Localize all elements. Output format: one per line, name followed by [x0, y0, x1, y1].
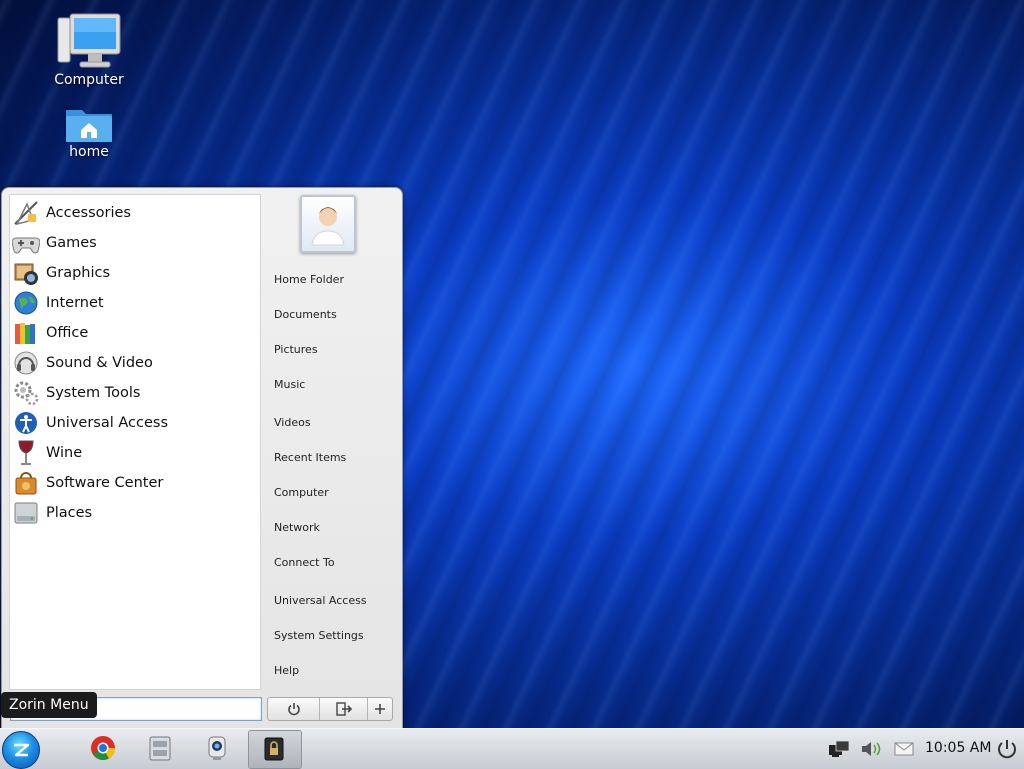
- power-icon: [287, 703, 300, 716]
- mail-icon: [894, 742, 914, 756]
- tray-volume[interactable]: [858, 738, 886, 760]
- place-videos[interactable]: Videos: [274, 416, 311, 429]
- taskbar-webcam[interactable]: [200, 731, 234, 765]
- power-icon: [998, 740, 1016, 759]
- category-universal-access[interactable]: Universal Access: [10, 408, 260, 438]
- tray-power[interactable]: [994, 738, 1020, 760]
- category-graphics[interactable]: Graphics: [10, 258, 260, 288]
- office-icon: [12, 319, 40, 347]
- place-help[interactable]: Help: [274, 664, 299, 677]
- place-home-folder[interactable]: Home Folder: [274, 273, 344, 286]
- headphones-icon: [12, 349, 40, 377]
- category-accessories[interactable]: Accessories: [10, 198, 260, 228]
- tray-mail[interactable]: [892, 738, 916, 760]
- desktop-icon-label: home: [69, 144, 109, 160]
- volume-icon: [862, 742, 881, 756]
- clock[interactable]: 10:05 AM: [925, 740, 991, 756]
- category-software-center[interactable]: Software Center: [10, 468, 260, 498]
- drive-icon: [12, 499, 40, 527]
- taskbar-active-window[interactable]: [248, 730, 302, 769]
- home-folder-icon: [66, 110, 112, 142]
- file-manager-icon: [149, 736, 171, 761]
- zorin-menu-button[interactable]: [2, 731, 40, 769]
- place-documents[interactable]: Documents: [274, 308, 337, 321]
- place-network[interactable]: Network: [274, 521, 320, 534]
- zorin-logo-icon: [14, 743, 30, 757]
- place-computer[interactable]: Computer: [274, 486, 329, 499]
- category-places[interactable]: Places: [10, 498, 260, 528]
- category-sound-video[interactable]: Sound & Video: [10, 348, 260, 378]
- desktop-icon-label: Computer: [54, 72, 124, 88]
- category-list: Accessories Games Graphics Internet Offi…: [9, 194, 261, 690]
- user-icon: [311, 207, 345, 246]
- desktop-icon-home[interactable]: home: [39, 102, 139, 160]
- add-button[interactable]: [368, 698, 392, 720]
- graphics-icon: [12, 259, 40, 287]
- computer-icon: [57, 13, 121, 68]
- shopping-bag-icon: [12, 469, 40, 497]
- place-connect-to[interactable]: Connect To: [274, 556, 335, 569]
- gears-icon: [12, 379, 40, 407]
- shutdown-button[interactable]: [268, 698, 321, 720]
- category-system-tools[interactable]: System Tools: [10, 378, 260, 408]
- place-recent-items[interactable]: Recent Items: [274, 451, 346, 464]
- category-office[interactable]: Office: [10, 318, 260, 348]
- accessories-icon: [12, 199, 40, 227]
- gamepad-icon: [12, 229, 40, 257]
- user-avatar[interactable]: [300, 195, 356, 253]
- logout-button[interactable]: [320, 698, 369, 720]
- place-universal-access[interactable]: Universal Access: [274, 594, 367, 607]
- chrome-icon: [91, 736, 116, 760]
- webcam-icon: [208, 736, 226, 760]
- tray-network[interactable]: [826, 738, 852, 760]
- logout-icon: [336, 702, 352, 716]
- zorin-menu-tooltip: Zorin Menu: [1, 692, 97, 718]
- network-icon: [829, 740, 850, 757]
- category-wine[interactable]: Wine: [10, 438, 260, 468]
- taskbar-file-manager[interactable]: [143, 731, 177, 765]
- wine-glass-icon: [12, 439, 40, 467]
- place-music[interactable]: Music: [274, 378, 305, 391]
- plus-icon: [375, 704, 386, 714]
- category-games[interactable]: Games: [10, 228, 260, 258]
- taskbar-chrome[interactable]: [86, 731, 120, 765]
- desktop-icon-computer[interactable]: Computer: [39, 12, 139, 88]
- lock-app-icon: [264, 737, 284, 761]
- category-internet[interactable]: Internet: [10, 288, 260, 318]
- globe-icon: [12, 289, 40, 317]
- accessibility-icon: [12, 409, 40, 437]
- place-pictures[interactable]: Pictures: [274, 343, 318, 356]
- session-button-group: [267, 697, 393, 721]
- place-system-settings[interactable]: System Settings: [274, 629, 364, 642]
